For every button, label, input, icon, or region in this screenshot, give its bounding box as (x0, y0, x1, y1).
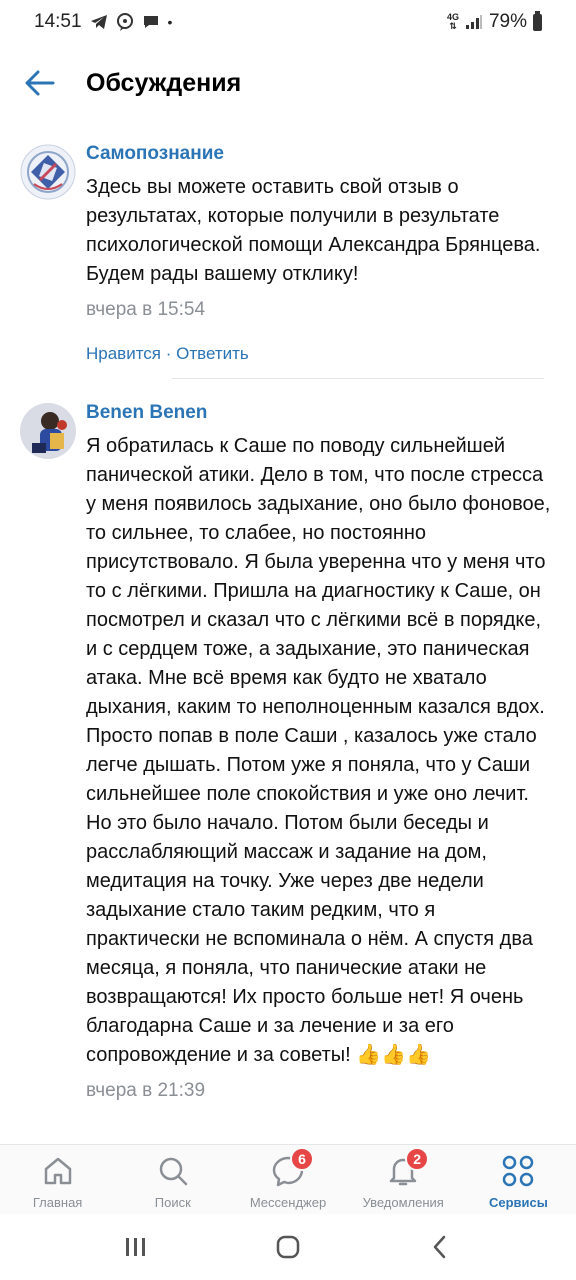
comment-actions: Нравится · Ответить (86, 343, 552, 365)
comment-text: Я обратилась к Саше по поводу сильнейшей… (86, 435, 551, 1066)
back-button[interactable] (10, 53, 70, 113)
comment-item: Самопознание Здесь вы можете оставить св… (0, 122, 576, 379)
home-icon (40, 1153, 76, 1189)
nav-label: Главная (32, 1195, 83, 1210)
home-circle-icon (276, 1235, 300, 1259)
status-right: 4G ⇅ 79% (447, 10, 542, 33)
comment-item: Benen Benen Я обратилась к Саше по повод… (0, 379, 576, 1104)
page-title: Обсуждения (86, 68, 242, 97)
nav-label: Мессенджер (249, 1195, 327, 1210)
comment-author[interactable]: Самопознание (86, 142, 552, 166)
signal-icon (465, 15, 482, 29)
bell-icon: 2 (385, 1147, 430, 1189)
recent-apps-icon (126, 1238, 145, 1256)
telegram-icon (90, 15, 107, 29)
back-system-button[interactable] (410, 1225, 470, 1269)
messenger-icon: 6 (270, 1147, 314, 1189)
avatar[interactable] (20, 403, 76, 459)
status-time: 14:51 (34, 11, 82, 32)
app-header: Обсуждения (0, 44, 576, 122)
avatar[interactable] (20, 144, 76, 200)
status-bar: 14:51 • 4G ⇅ 79% (0, 0, 576, 44)
reply-link[interactable]: Ответить (176, 344, 249, 363)
network-indicator: 4G ⇅ (447, 13, 459, 31)
comment-text: Здесь вы можете оставить свой отзыв о ре… (86, 176, 541, 285)
actions-separator: · (161, 344, 177, 363)
comments-feed[interactable]: Самопознание Здесь вы можете оставить св… (0, 122, 576, 1144)
data-arrows-icon: ⇅ (449, 21, 457, 31)
user-avatar-icon (20, 403, 76, 459)
nav-label: Уведомления (362, 1195, 444, 1210)
community-logo-icon (20, 144, 76, 200)
messenger-badge: 6 (290, 1147, 314, 1171)
nav-messenger[interactable]: 6 Мессенджер (230, 1145, 345, 1214)
search-icon (155, 1153, 191, 1189)
nav-notifications[interactable]: 2 Уведомления (346, 1145, 461, 1214)
nav-home[interactable]: Главная (0, 1145, 115, 1214)
comment-time: вчера в 21:39 (86, 1080, 206, 1101)
nav-label: Сервисы (488, 1195, 548, 1210)
chevron-left-icon (433, 1235, 446, 1259)
recent-apps-button[interactable] (106, 1225, 166, 1269)
nav-label: Поиск (154, 1195, 191, 1210)
chat-icon (143, 16, 158, 28)
battery-icon (533, 10, 542, 31)
status-left: 14:51 • (34, 11, 172, 33)
like-link[interactable]: Нравится (86, 344, 161, 363)
nav-services[interactable]: Сервисы (461, 1145, 576, 1214)
notification-dot-icon: • (167, 14, 173, 30)
viber-icon (116, 13, 133, 31)
comment-author[interactable]: Benen Benen (86, 401, 552, 425)
nav-search[interactable]: Поиск (115, 1145, 230, 1214)
comment-time: вчера в 15:54 (86, 299, 206, 320)
services-icon (500, 1153, 536, 1189)
home-button[interactable] (258, 1225, 318, 1269)
system-navigation (0, 1214, 576, 1280)
notifications-badge: 2 (405, 1147, 430, 1171)
arrow-left-icon (25, 70, 55, 96)
battery-percent: 79% (488, 11, 527, 32)
bottom-navigation: Главная Поиск 6 Мессенджер 2 Уведомления (0, 1144, 576, 1214)
